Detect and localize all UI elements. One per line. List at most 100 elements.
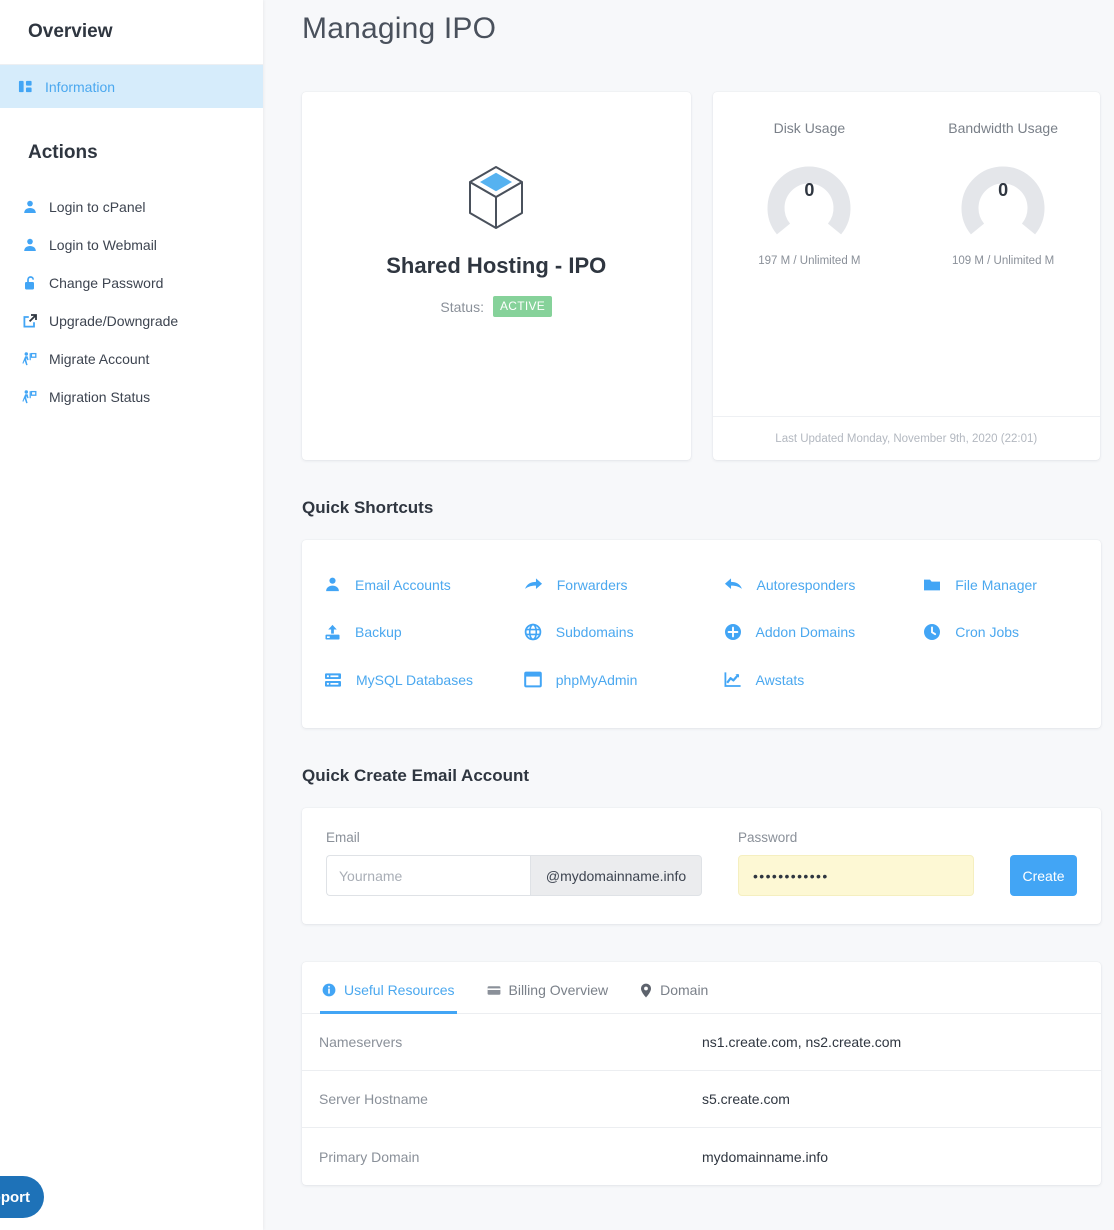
create-button[interactable]: Create xyxy=(1010,855,1077,896)
shortcut-email-accounts[interactable]: Email Accounts xyxy=(302,576,502,593)
gauge-arc: 0 xyxy=(953,149,1053,241)
card-icon xyxy=(487,984,501,997)
hosting-plan-name: Shared Hosting - IPO xyxy=(386,253,606,279)
shortcut-forwarders[interactable]: Forwarders xyxy=(502,576,702,593)
shortcuts-grid: Email Accounts Forwarders Autoresponders… xyxy=(302,540,1101,728)
sidebar-item-label: Upgrade/Downgrade xyxy=(49,313,178,329)
gauge-value: 0 xyxy=(953,180,1053,201)
gauge-title: Disk Usage xyxy=(774,120,846,136)
shortcut-label: Subdomains xyxy=(556,624,634,640)
sidebar-item-label: Login to cPanel xyxy=(49,199,146,215)
main-content: Managing IPO Shared Hosting - IPO Status… xyxy=(263,0,1114,1230)
chart-line-icon xyxy=(724,671,742,688)
row-value: mydomainname.info xyxy=(702,1149,828,1165)
shortcut-autoresponders[interactable]: Autoresponders xyxy=(702,576,902,593)
quick-create-email-card: Email @mydomainname.info Password Create xyxy=(302,808,1101,924)
sidebar-item-migrate-account[interactable]: Migrate Account xyxy=(0,340,263,378)
row-value: ns1.create.com, ns2.create.com xyxy=(702,1034,901,1050)
password-label: Password xyxy=(738,830,974,845)
shortcut-awstats[interactable]: Awstats xyxy=(702,671,902,688)
arrow-forward-icon xyxy=(524,576,543,593)
sidebar-item-login-to-cpanel[interactable]: Login to cPanel xyxy=(0,188,263,226)
table-row: Primary Domain mydomainname.info xyxy=(302,1128,1101,1185)
user-icon xyxy=(324,576,341,593)
folder-icon xyxy=(923,577,941,593)
shortcut-label: Autoresponders xyxy=(757,577,856,593)
sidebar-item-label: Change Password xyxy=(49,275,163,291)
tab-label: Useful Resources xyxy=(344,982,455,998)
shortcut-subdomains[interactable]: Subdomains xyxy=(502,623,702,641)
info-tabs-card: Useful Resources Billing Overview Domain… xyxy=(302,962,1101,1185)
tab-domain[interactable]: Domain xyxy=(638,976,710,1014)
tab-label: Domain xyxy=(660,982,708,998)
globe-icon xyxy=(524,623,542,641)
shortcut-label: File Manager xyxy=(955,577,1037,593)
user-icon xyxy=(22,199,38,215)
window-icon xyxy=(524,671,542,688)
bandwidth-usage-gauge: Bandwidth Usage 0 109 M / Unlimited M xyxy=(906,120,1100,416)
row-key: Server Hostname xyxy=(319,1091,702,1107)
shortcut-label: MySQL Databases xyxy=(356,672,473,688)
shortcut-label: phpMyAdmin xyxy=(556,672,638,688)
dashboard-icon xyxy=(18,79,33,94)
status-label: Status: xyxy=(440,299,484,315)
row-value: s5.create.com xyxy=(702,1091,790,1107)
tab-billing-overview[interactable]: Billing Overview xyxy=(485,976,611,1014)
password-field-group: Password xyxy=(738,830,974,896)
shortcut-addon-domains[interactable]: Addon Domains xyxy=(702,623,902,641)
sidebar-item-login-to-webmail[interactable]: Login to Webmail xyxy=(0,226,263,264)
info-icon xyxy=(322,983,336,997)
summary-cards-row: Shared Hosting - IPO Status: ACTIVE Disk… xyxy=(302,92,1100,460)
database-icon xyxy=(324,672,342,688)
shortcut-cron-jobs[interactable]: Cron Jobs xyxy=(901,623,1101,641)
migrate-icon xyxy=(22,389,38,405)
external-link-icon xyxy=(22,313,38,329)
lock-open-icon xyxy=(22,275,38,291)
shortcut-backup[interactable]: Backup xyxy=(302,623,502,641)
row-key: Nameservers xyxy=(319,1034,702,1050)
email-domain-suffix: @mydomainname.info xyxy=(530,855,702,896)
sidebar-item-label: Login to Webmail xyxy=(49,237,157,253)
sidebar-item-upgrade-downgrade[interactable]: Upgrade/Downgrade xyxy=(0,302,263,340)
shortcut-label: Cron Jobs xyxy=(955,624,1019,640)
gauge-title: Bandwidth Usage xyxy=(948,120,1058,136)
sidebar-item-information[interactable]: Information xyxy=(0,65,263,108)
shortcut-mysql-databases[interactable]: MySQL Databases xyxy=(302,671,502,688)
email-field-group: Email @mydomainname.info xyxy=(326,830,702,896)
map-pin-icon xyxy=(640,983,652,998)
table-row: Nameservers ns1.create.com, ns2.create.c… xyxy=(302,1014,1101,1071)
backup-upload-icon xyxy=(324,624,341,641)
email-input-group: @mydomainname.info xyxy=(326,855,702,896)
shortcut-phpmyadmin[interactable]: phpMyAdmin xyxy=(502,671,702,688)
clock-icon xyxy=(923,623,941,641)
tab-useful-resources[interactable]: Useful Resources xyxy=(320,976,457,1014)
password-input[interactable] xyxy=(738,855,974,896)
shortcut-label: Addon Domains xyxy=(756,624,856,640)
shortcut-file-manager[interactable]: File Manager xyxy=(901,576,1101,593)
quick-shortcuts-heading: Quick Shortcuts xyxy=(302,498,1100,518)
gauge-detail: 197 M / Unlimited M xyxy=(758,255,860,267)
usage-gauges: Disk Usage 0 197 M / Unlimited M Bandwid… xyxy=(713,92,1101,416)
sidebar-overview-heading: Overview xyxy=(0,0,263,65)
last-updated-text: Last Updated Monday, November 9th, 2020 … xyxy=(713,416,1101,460)
gauge-value: 0 xyxy=(759,180,859,201)
info-tabs: Useful Resources Billing Overview Domain xyxy=(302,962,1101,1014)
hosting-plan-card: Shared Hosting - IPO Status: ACTIVE xyxy=(302,92,691,460)
shortcut-label: Forwarders xyxy=(557,577,628,593)
email-input[interactable] xyxy=(326,855,530,896)
shortcut-label: Awstats xyxy=(756,672,805,688)
user-icon xyxy=(22,237,38,253)
support-button[interactable]: Support xyxy=(0,1176,44,1218)
table-row: Server Hostname s5.create.com xyxy=(302,1071,1101,1128)
arrow-reply-icon xyxy=(724,576,743,593)
gauge-detail: 109 M / Unlimited M xyxy=(952,255,1054,267)
sidebar-item-label: Migrate Account xyxy=(49,351,149,367)
quick-shortcuts-card: Email Accounts Forwarders Autoresponders… xyxy=(302,540,1101,728)
sidebar-item-change-password[interactable]: Change Password xyxy=(0,264,263,302)
quick-create-email-heading: Quick Create Email Account xyxy=(302,766,1100,786)
page-root: Overview Information Actions Login to cP… xyxy=(0,0,1114,1230)
sidebar-item-migration-status[interactable]: Migration Status xyxy=(0,378,263,416)
usage-card: Disk Usage 0 197 M / Unlimited M Bandwid… xyxy=(713,92,1101,460)
sidebar: Overview Information Actions Login to cP… xyxy=(0,0,263,1230)
page-title: Managing IPO xyxy=(302,8,1100,50)
